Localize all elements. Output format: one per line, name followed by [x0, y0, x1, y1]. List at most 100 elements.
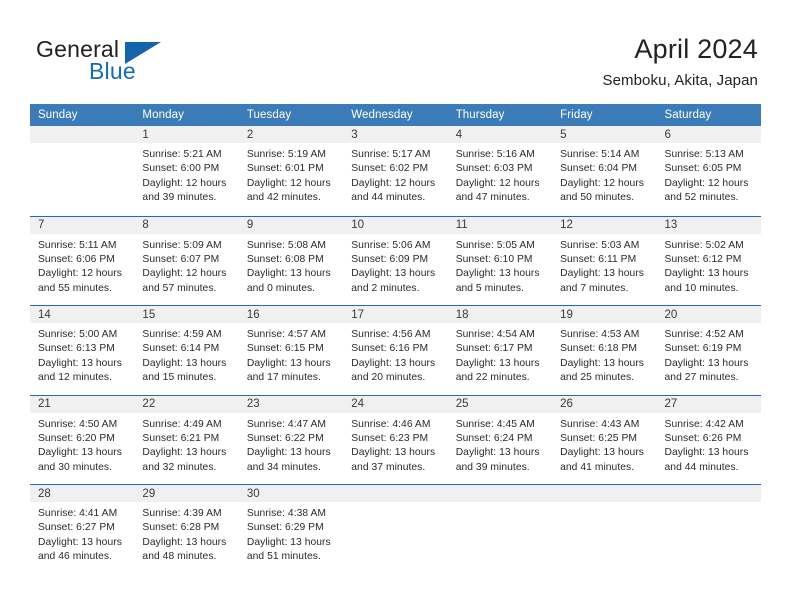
calendar-day-cell[interactable]: 1 Sunrise: 5:21 AM Sunset: 6:00 PM Daylight… [134, 126, 239, 214]
day-detail-line: Sunrise: 4:47 AM [246, 418, 327, 430]
day-detail-line: and 47 minutes. [455, 192, 530, 204]
calendar-day-cell[interactable]: 9 Sunrise: 5:08 AM Sunset: 6:08 PM Daylight… [238, 216, 344, 305]
day-detail-block: Sunrise: 4:45 AM Sunset: 6:24 PM Daylight:… [448, 413, 552, 476]
day-detail-block: Sunrise: 4:52 AM Sunset: 6:19 PM Daylight:… [657, 323, 761, 386]
calendar-day-cell[interactable]: 13 Sunrise: 5:02 AM Sunset: 6:12 PM Dayligh… [656, 216, 761, 305]
dow-header-tuesday: Tuesday [246, 109, 292, 121]
day-detail-line: Daylight: 13 hours [560, 357, 645, 369]
calendar-day-cell[interactable]: 18 Sunrise: 4:54 AM Sunset: 6:17 PM Dayligh… [447, 306, 553, 394]
day-detail-line: Daylight: 13 hours [142, 357, 227, 369]
calendar-day-cell[interactable]: 8 Sunrise: 5:09 AM Sunset: 6:07 PM Daylight… [134, 216, 239, 305]
day-detail-line: Sunrise: 4:54 AM [455, 329, 535, 340]
calendar-day-cell[interactable]: 12 Sunrise: 5:03 AM Sunset: 6:11 PM Dayligh… [552, 216, 657, 305]
day-detail-line: Daylight: 13 hours [664, 357, 749, 369]
day-number [30, 126, 135, 143]
day-number: 24 [343, 395, 448, 413]
calendar-day-cell[interactable]: 25 Sunrise: 4:45 AM Sunset: 6:24 PM Dayligh… [447, 395, 553, 484]
page-title: April 2024 [634, 34, 758, 64]
calendar-day-cell[interactable]: 11 Sunrise: 5:05 AM Sunset: 6:10 PM Dayligh… [447, 216, 553, 305]
day-detail-line: Sunrise: 4:45 AM [455, 418, 535, 430]
calendar-day-cell[interactable]: 7 Sunrise: 5:11 AM Sunset: 6:06 PM Daylight… [30, 216, 135, 305]
title-block: April 2024 Semboku, Akita, Japan [602, 32, 758, 92]
day-number: 14 [30, 306, 135, 323]
day-detail-line: Sunset: 6:26 PM [664, 432, 742, 444]
calendar-day-cell[interactable]: 21 Sunrise: 4:50 AM Sunset: 6:20 PM Dayligh… [30, 395, 135, 484]
day-detail-line: and 50 minutes. [560, 192, 635, 204]
day-detail-block: Sunrise: 5:16 AM Sunset: 6:03 PM Daylight:… [448, 143, 552, 206]
brand-logo[interactable]: General Blue [36, 36, 236, 88]
day-detail-line: Daylight: 12 hours [455, 177, 540, 189]
day-detail-line: Sunset: 6:13 PM [38, 343, 115, 355]
day-detail-line: Sunset: 6:10 PM [455, 253, 533, 265]
calendar-day-cell[interactable]: 19 Sunrise: 4:53 AM Sunset: 6:18 PM Dayligh… [552, 306, 657, 394]
calendar-day-cell[interactable]: 15 Sunrise: 4:59 AM Sunset: 6:14 PM Dayligh… [134, 306, 239, 394]
day-number: 9 [238, 216, 344, 234]
day-detail-block: Sunrise: 4:49 AM Sunset: 6:21 PM Daylight:… [134, 413, 238, 476]
day-detail-line: Sunrise: 4:42 AM [664, 418, 744, 430]
calendar-day-cell[interactable]: 24 Sunrise: 4:46 AM Sunset: 6:23 PM Dayligh… [343, 395, 448, 484]
day-number: 13 [656, 216, 761, 234]
day-detail-block: Sunrise: 5:17 AM Sunset: 6:02 PM Daylight:… [343, 143, 447, 206]
day-detail-block [343, 502, 447, 507]
day-detail-line: and 44 minutes. [351, 192, 426, 204]
day-detail-line: and 0 minutes. [246, 282, 316, 294]
calendar-day-cell[interactable]: 27 Sunrise: 4:42 AM Sunset: 6:26 PM Dayligh… [656, 395, 761, 484]
calendar-day-cell[interactable]: 22 Sunrise: 4:49 AM Sunset: 6:21 PM Dayligh… [134, 395, 239, 484]
day-detail-line: and 20 minutes. [351, 372, 426, 384]
calendar-day-cell[interactable]: 26 Sunrise: 4:43 AM Sunset: 6:25 PM Dayligh… [552, 395, 657, 484]
day-number: 10 [343, 216, 448, 234]
day-detail-line: Sunset: 6:22 PM [246, 432, 324, 444]
day-detail-line: Daylight: 13 hours [560, 447, 645, 459]
calendar-day-cell[interactable]: 17 Sunrise: 4:56 AM Sunset: 6:16 PM Dayligh… [343, 306, 448, 394]
day-detail-line: Sunset: 6:20 PM [38, 432, 115, 444]
day-detail-line: Sunrise: 5:03 AM [560, 239, 640, 251]
dow-header-friday: Friday [560, 109, 593, 121]
day-detail-line: Daylight: 13 hours [246, 268, 331, 280]
dow-header-saturday: Saturday [664, 109, 712, 121]
calendar-day-cell[interactable]: 6 Sunrise: 5:13 AM Sunset: 6:05 PM Daylight… [656, 126, 761, 214]
calendar-day-cell[interactable]: 5 Sunrise: 5:14 AM Sunset: 6:04 PM Daylight… [552, 126, 657, 214]
calendar-day-cell[interactable]: 30 Sunrise: 4:38 AM Sunset: 6:29 PM Dayligh… [238, 485, 344, 573]
day-detail-block: Sunrise: 5:13 AM Sunset: 6:05 PM Daylight:… [657, 143, 761, 206]
dow-header-thursday: Thursday [455, 109, 505, 121]
calendar-day-cell[interactable]: 3 Sunrise: 5:17 AM Sunset: 6:02 PM Daylight… [343, 126, 448, 214]
day-detail-line: Sunrise: 4:57 AM [246, 329, 327, 340]
day-detail-line: Daylight: 13 hours [246, 536, 331, 548]
day-detail-block: Sunrise: 5:09 AM Sunset: 6:07 PM Daylight:… [134, 234, 238, 297]
day-detail-line: Daylight: 13 hours [38, 447, 122, 459]
day-detail-line: and 17 minutes. [246, 372, 321, 384]
calendar-day-cell[interactable]: 23 Sunrise: 4:47 AM Sunset: 6:22 PM Dayligh… [238, 395, 344, 484]
calendar-day-cell[interactable]: 29 Sunrise: 4:39 AM Sunset: 6:28 PM Dayligh… [134, 485, 239, 573]
day-detail-block: Sunrise: 5:02 AM Sunset: 6:12 PM Daylight:… [657, 234, 761, 297]
calendar-day-cell-empty [552, 485, 657, 573]
day-detail-line: Daylight: 13 hours [455, 268, 540, 280]
day-detail-line: Daylight: 13 hours [455, 447, 540, 459]
calendar-day-cell[interactable]: 4 Sunrise: 5:16 AM Sunset: 6:03 PM Daylight… [447, 126, 553, 214]
calendar-day-cell[interactable]: 16 Sunrise: 4:57 AM Sunset: 6:15 PM Dayligh… [238, 306, 344, 394]
day-detail-line: Daylight: 13 hours [664, 268, 749, 280]
day-detail-line: Sunset: 6:18 PM [560, 343, 637, 355]
day-detail-line: Daylight: 13 hours [246, 357, 331, 369]
day-detail-line: and 10 minutes. [664, 282, 739, 294]
calendar-day-cell[interactable]: 2 Sunrise: 5:19 AM Sunset: 6:01 PM Daylight… [238, 126, 344, 214]
calendar-day-cell[interactable]: 28 Sunrise: 4:41 AM Sunset: 6:27 PM Dayligh… [30, 485, 135, 573]
day-number: 16 [238, 306, 344, 323]
day-number [656, 485, 761, 502]
day-detail-line: Sunset: 6:00 PM [142, 163, 220, 175]
day-detail-line: Sunrise: 4:41 AM [38, 508, 118, 519]
day-detail-block: Sunrise: 4:54 AM Sunset: 6:17 PM Daylight:… [448, 323, 552, 386]
day-number: 7 [30, 216, 135, 234]
day-detail-line: Daylight: 13 hours [560, 268, 645, 280]
day-detail-block: Sunrise: 4:53 AM Sunset: 6:18 PM Daylight:… [552, 323, 656, 386]
calendar-day-cell[interactable]: 10 Sunrise: 5:06 AM Sunset: 6:09 PM Dayligh… [343, 216, 448, 305]
day-detail-block: Sunrise: 4:46 AM Sunset: 6:23 PM Daylight:… [343, 413, 447, 476]
calendar-day-cell[interactable]: 14 Sunrise: 5:00 AM Sunset: 6:13 PM Dayligh… [30, 306, 135, 394]
day-detail-line: Sunset: 6:03 PM [455, 163, 533, 175]
calendar-day-cell[interactable]: 20 Sunrise: 4:52 AM Sunset: 6:19 PM Dayligh… [656, 306, 761, 394]
day-number [552, 485, 657, 502]
day-detail-block: Sunrise: 5:00 AM Sunset: 6:13 PM Daylight:… [30, 323, 134, 386]
day-detail-block: Sunrise: 5:06 AM Sunset: 6:09 PM Daylight:… [343, 234, 447, 297]
day-detail-block: Sunrise: 4:59 AM Sunset: 6:14 PM Daylight:… [134, 323, 238, 386]
day-detail-block [657, 502, 761, 507]
day-number: 8 [134, 216, 239, 234]
